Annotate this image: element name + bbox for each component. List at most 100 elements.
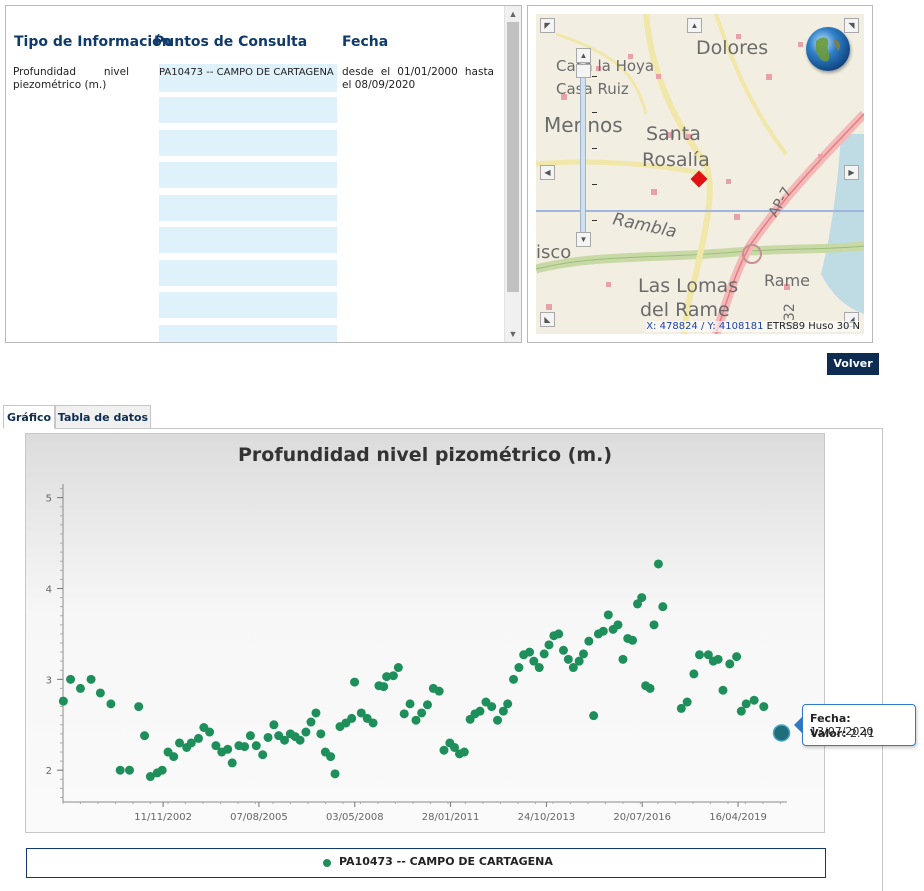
data-point (725, 659, 735, 669)
zoom-in-icon[interactable]: ▲ (576, 48, 591, 63)
data-point (514, 663, 524, 673)
header-puntos-consulta: Puntos de Consulta (154, 34, 308, 50)
data-point (405, 699, 415, 709)
data-point (169, 752, 179, 762)
coord-x-value: 478824 (659, 321, 698, 332)
zoom-slider-track[interactable] (580, 54, 586, 241)
data-point (295, 735, 305, 745)
data-point (269, 720, 279, 730)
pan-north-icon[interactable]: ▲ (687, 18, 702, 33)
consulta-point-row-selected[interactable]: PA10473 -- CAMPO DE CARTAGENA (159, 64, 337, 92)
zoom-slider-handle[interactable] (576, 64, 591, 78)
data-point (75, 683, 85, 693)
data-point (106, 699, 116, 709)
chart-plot: 2 3 4 5 11/11/2002 07/08/2005 03/05/2008 28/01/… (46, 484, 791, 823)
map-label-casa-la-hoya: Casa la Hoya (556, 57, 654, 75)
vertical-scrollbar[interactable]: ▲ ▼ (504, 6, 521, 342)
x-tick-label: 16/04/2019 (709, 812, 767, 823)
data-point (66, 674, 76, 684)
map-label-del-rame: del Rame (640, 299, 730, 321)
pan-northwest-icon[interactable]: ◤ (540, 18, 555, 33)
map-label-dolores: Dolores (696, 37, 768, 59)
data-point (649, 620, 659, 630)
data-point (263, 732, 273, 742)
data-point (695, 650, 705, 660)
fecha-value: desde el 01/01/2000 hasta el 08/09/2020 (342, 66, 494, 91)
data-point (658, 602, 668, 612)
zoom-tick (592, 76, 597, 77)
tooltip-fecha-label: Fecha: (810, 712, 851, 725)
y-tick-label: 3 (46, 675, 52, 686)
data-point (316, 729, 326, 739)
data-point (653, 559, 663, 569)
pan-west-icon[interactable]: ◀ (540, 165, 555, 180)
globe-continents (816, 37, 841, 62)
zoom-out-icon[interactable]: ▼ (576, 232, 591, 247)
globe-icon[interactable] (806, 27, 850, 71)
tooltip-valor-label: Valor: (810, 727, 847, 740)
data-point (613, 620, 623, 630)
y-tick-label: 4 (46, 584, 52, 595)
data-point (563, 654, 573, 664)
consulta-point-row[interactable] (159, 162, 337, 188)
zoom-tick (592, 220, 597, 221)
data-point (525, 647, 535, 657)
legend-marker-icon (323, 859, 331, 867)
consulta-point-row[interactable] (159, 195, 337, 221)
zoom-tick (592, 112, 597, 113)
x-tick-label: 11/11/2002 (134, 812, 192, 823)
pan-east-icon[interactable]: ▶ (844, 165, 859, 180)
data-point (749, 695, 759, 705)
data-point (584, 636, 594, 646)
data-point (503, 699, 513, 709)
data-point (741, 699, 751, 709)
consulta-point-row[interactable] (159, 227, 337, 253)
data-point (134, 702, 144, 712)
data-point (388, 671, 398, 681)
y-tick-label: 5 (46, 494, 52, 505)
data-point (350, 677, 360, 687)
data-point (157, 765, 167, 775)
consulta-point-label: PA10473 -- CAMPO DE CARTAGENA (159, 67, 334, 78)
data-point (193, 733, 203, 743)
data-point (539, 649, 549, 659)
data-point (368, 718, 378, 728)
map-label-casa-ruiz: Casa Ruiz (556, 80, 629, 98)
data-point (330, 769, 340, 779)
map-view[interactable]: Dolores Casa la Hoya Casa Ruiz Merinos S… (536, 14, 864, 334)
consulta-point-row[interactable] (159, 292, 337, 318)
data-point (682, 697, 692, 707)
data-point (258, 750, 268, 760)
data-point (645, 683, 655, 693)
chart-legend[interactable]: PA10473 -- CAMPO DE CARTAGENA (26, 848, 826, 878)
data-point (618, 654, 628, 664)
scroll-thumb[interactable] (507, 22, 519, 292)
scroll-down-icon[interactable]: ▼ (505, 326, 521, 342)
consulta-point-row[interactable] (159, 260, 337, 286)
header-fecha: Fecha (342, 34, 389, 50)
data-point (245, 731, 255, 741)
tab-grafico[interactable]: Gráfico (3, 405, 55, 429)
data-point (140, 731, 150, 741)
data-point (759, 702, 769, 712)
data-point (417, 708, 427, 718)
pan-southwest-icon[interactable]: ◣ (540, 312, 555, 327)
highlighted-data-point (772, 724, 791, 742)
data-point (689, 669, 699, 679)
zoom-tick (592, 184, 597, 185)
volver-button[interactable]: Volver (827, 353, 879, 375)
consulta-point-row[interactable] (159, 97, 337, 123)
data-point (223, 744, 233, 754)
tab-tabla-de-datos[interactable]: Tabla de datos (55, 405, 151, 429)
data-point (732, 652, 742, 662)
chart-area: Profundidad nivel pizométrico (m.) 23451… (25, 433, 825, 833)
data-point (347, 713, 357, 723)
consulta-point-row[interactable] (159, 130, 337, 156)
consulta-point-row[interactable] (159, 325, 337, 342)
data-point (227, 758, 237, 768)
data-point (393, 663, 403, 673)
data-point (306, 717, 316, 727)
data-point (399, 709, 409, 719)
map-panel: Dolores Casa la Hoya Casa Ruiz Merinos S… (527, 5, 873, 343)
scroll-up-icon[interactable]: ▲ (505, 6, 521, 22)
